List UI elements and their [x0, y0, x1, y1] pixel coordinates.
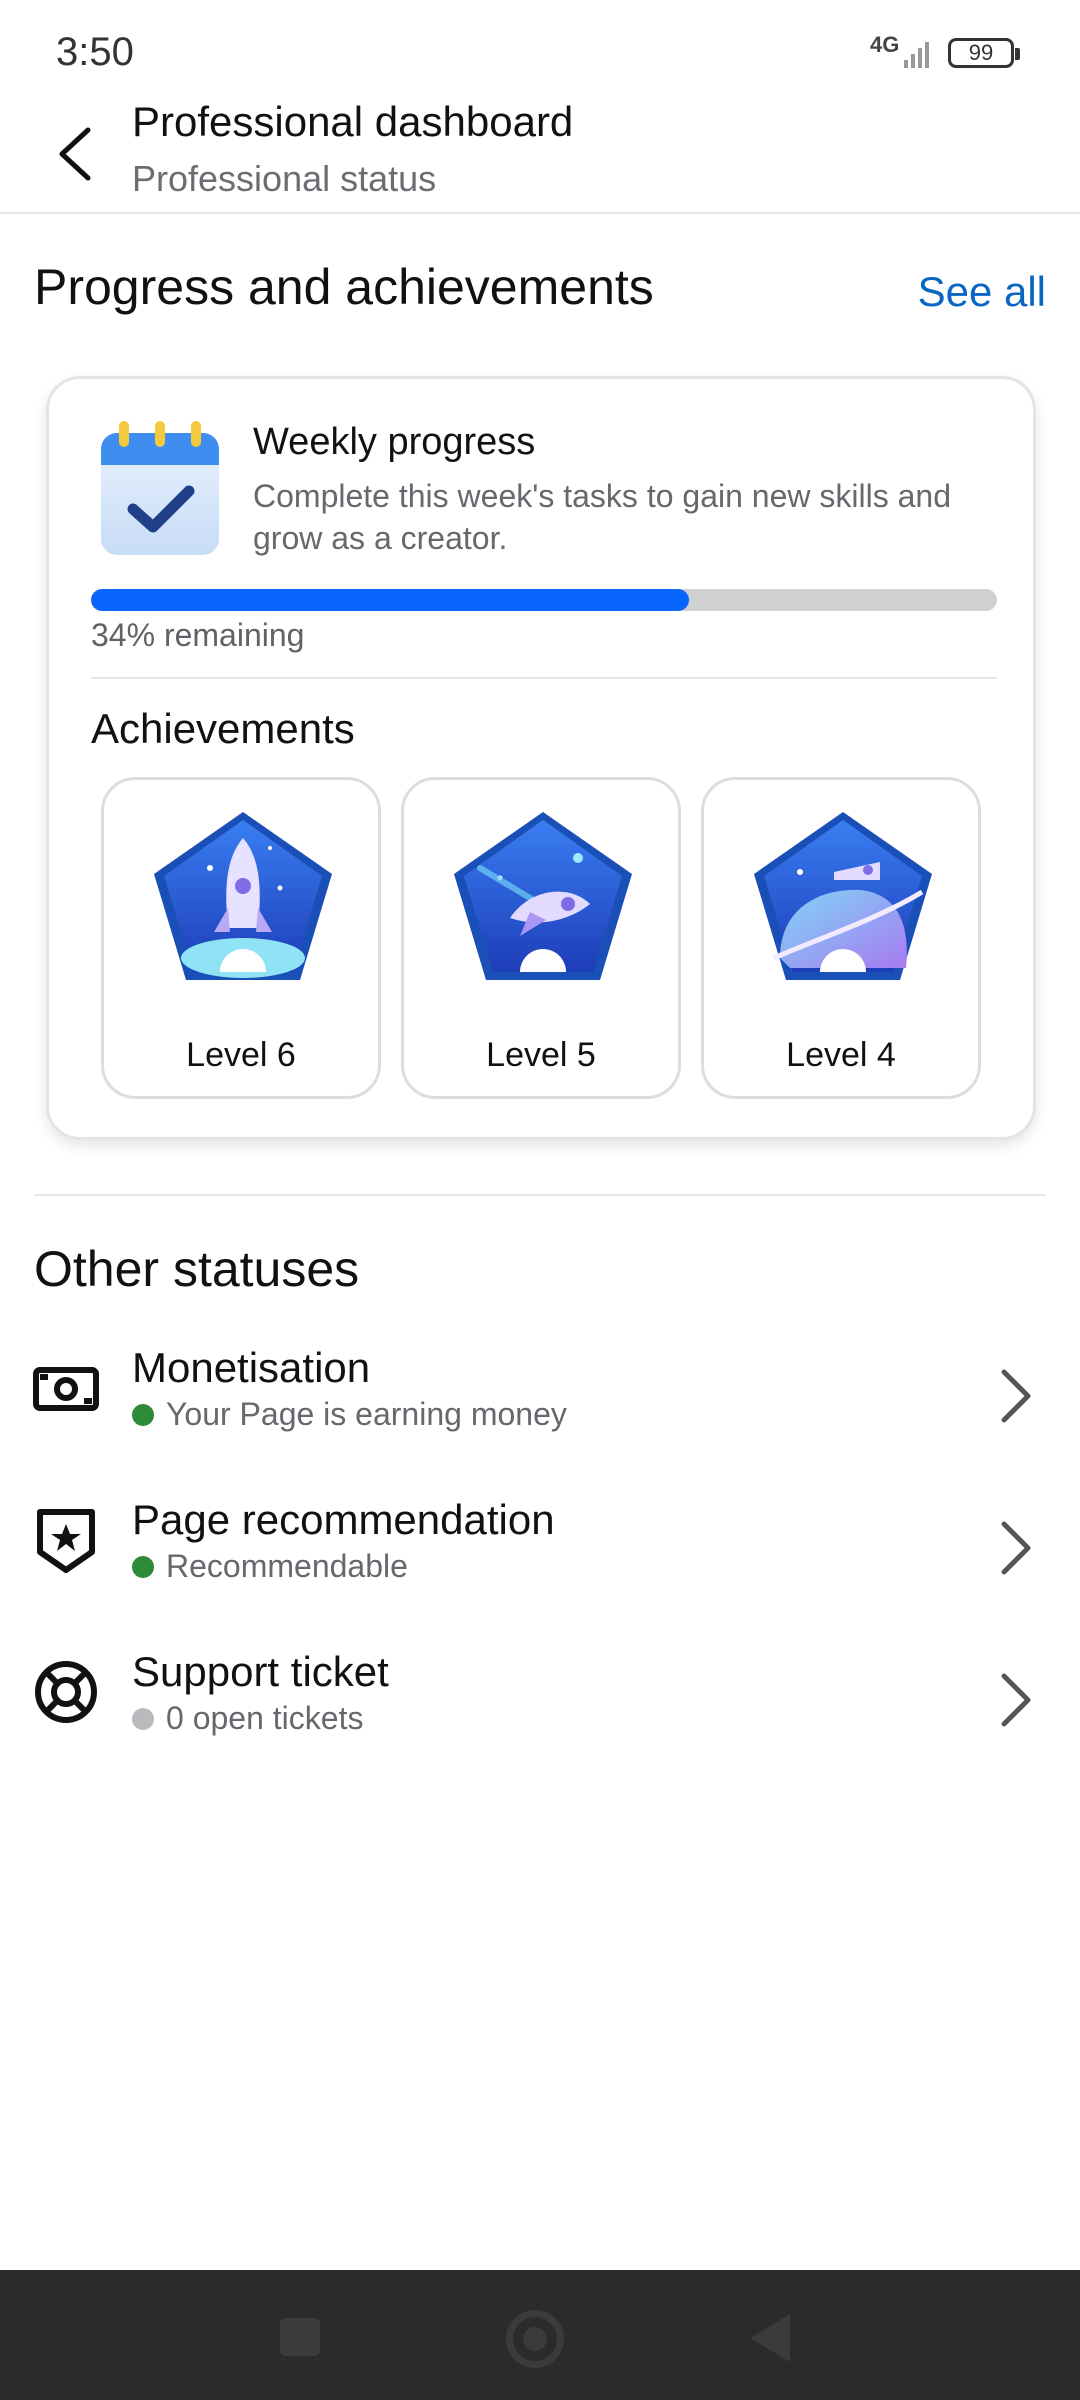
status-text: Your Page is earning money	[166, 1396, 567, 1432]
status-row-page-recommendation[interactable]: Page recommendation Recommendable	[0, 1496, 1080, 1616]
achievement-label: Level 4	[786, 1036, 896, 1074]
section-title: Progress and achievements	[34, 259, 654, 315]
weekly-progress-fill	[91, 589, 689, 611]
spaceship-badge-icon	[454, 812, 632, 980]
status-row-support-ticket[interactable]: Support ticket 0 open tickets	[0, 1648, 1080, 1768]
status-row-title: Monetisation	[132, 1344, 371, 1391]
progress-section-header: Progress and achievements See all	[34, 258, 1046, 328]
achievement-label: Level 5	[486, 1036, 596, 1074]
section-divider	[34, 1194, 1046, 1196]
system-back-button[interactable]	[750, 2314, 790, 2362]
signal-icon	[904, 42, 929, 68]
progress-card: Weekly progress Complete this week's tas…	[46, 376, 1036, 1140]
weekly-progress-title: Weekly progress	[253, 421, 536, 463]
lifebuoy-icon	[35, 1661, 97, 1723]
network-type: 4G	[870, 32, 900, 57]
shield-star-icon	[37, 1509, 95, 1573]
status-time: 3:50	[56, 30, 134, 74]
status-dot-green	[132, 1555, 154, 1578]
achievements-title: Achievements	[91, 705, 355, 752]
chevron-right-icon	[1001, 1673, 1031, 1727]
achievement-label: Level 6	[186, 1036, 296, 1074]
recents-button[interactable]	[280, 2318, 320, 2356]
status-dot-green	[132, 1403, 154, 1426]
page-title: Professional dashboard	[132, 98, 574, 145]
app-header: Professional dashboard Professional stat…	[0, 90, 1080, 214]
chevron-right-icon	[1001, 1521, 1031, 1575]
status-row-title: Support ticket	[132, 1648, 389, 1695]
status-row-title: Page recommendation	[132, 1496, 555, 1543]
status-row-subtitle: Recommendable	[132, 1548, 408, 1585]
money-icon	[33, 1367, 99, 1411]
battery-icon: 99	[948, 38, 1020, 68]
back-arrow-icon[interactable]	[52, 124, 100, 184]
other-statuses-title: Other statuses	[34, 1241, 360, 1297]
calendar-check-icon	[101, 421, 219, 555]
planet-badge-icon	[754, 812, 932, 980]
status-row-subtitle: 0 open tickets	[132, 1700, 363, 1737]
remaining-text: 34% remaining	[91, 617, 305, 653]
status-row-monetisation[interactable]: Monetisation Your Page is earning money	[0, 1344, 1080, 1464]
status-text: Recommendable	[166, 1548, 408, 1584]
achievements-list: Level 6 Level 5 Level 4	[101, 777, 1001, 1099]
card-divider	[91, 677, 997, 679]
page-subtitle: Professional status	[132, 158, 437, 199]
achievement-level-5[interactable]: Level 5	[401, 777, 681, 1099]
status-bar: 3:50 4G 99	[0, 0, 1080, 90]
weekly-progress-description: Complete this week's tasks to gain new s…	[253, 478, 951, 556]
home-button[interactable]	[506, 2310, 564, 2368]
system-nav-bar	[0, 2270, 1080, 2400]
status-dot-gray	[132, 1707, 154, 1730]
weekly-progress-bar	[91, 589, 997, 611]
see-all-link[interactable]: See all	[918, 268, 1046, 316]
status-row-subtitle: Your Page is earning money	[132, 1396, 567, 1433]
rocket-badge-icon	[154, 812, 332, 980]
status-text: 0 open tickets	[166, 1700, 364, 1736]
achievement-level-6[interactable]: Level 6	[101, 777, 381, 1099]
achievement-level-4[interactable]: Level 4	[701, 777, 981, 1099]
chevron-right-icon	[1001, 1369, 1031, 1423]
